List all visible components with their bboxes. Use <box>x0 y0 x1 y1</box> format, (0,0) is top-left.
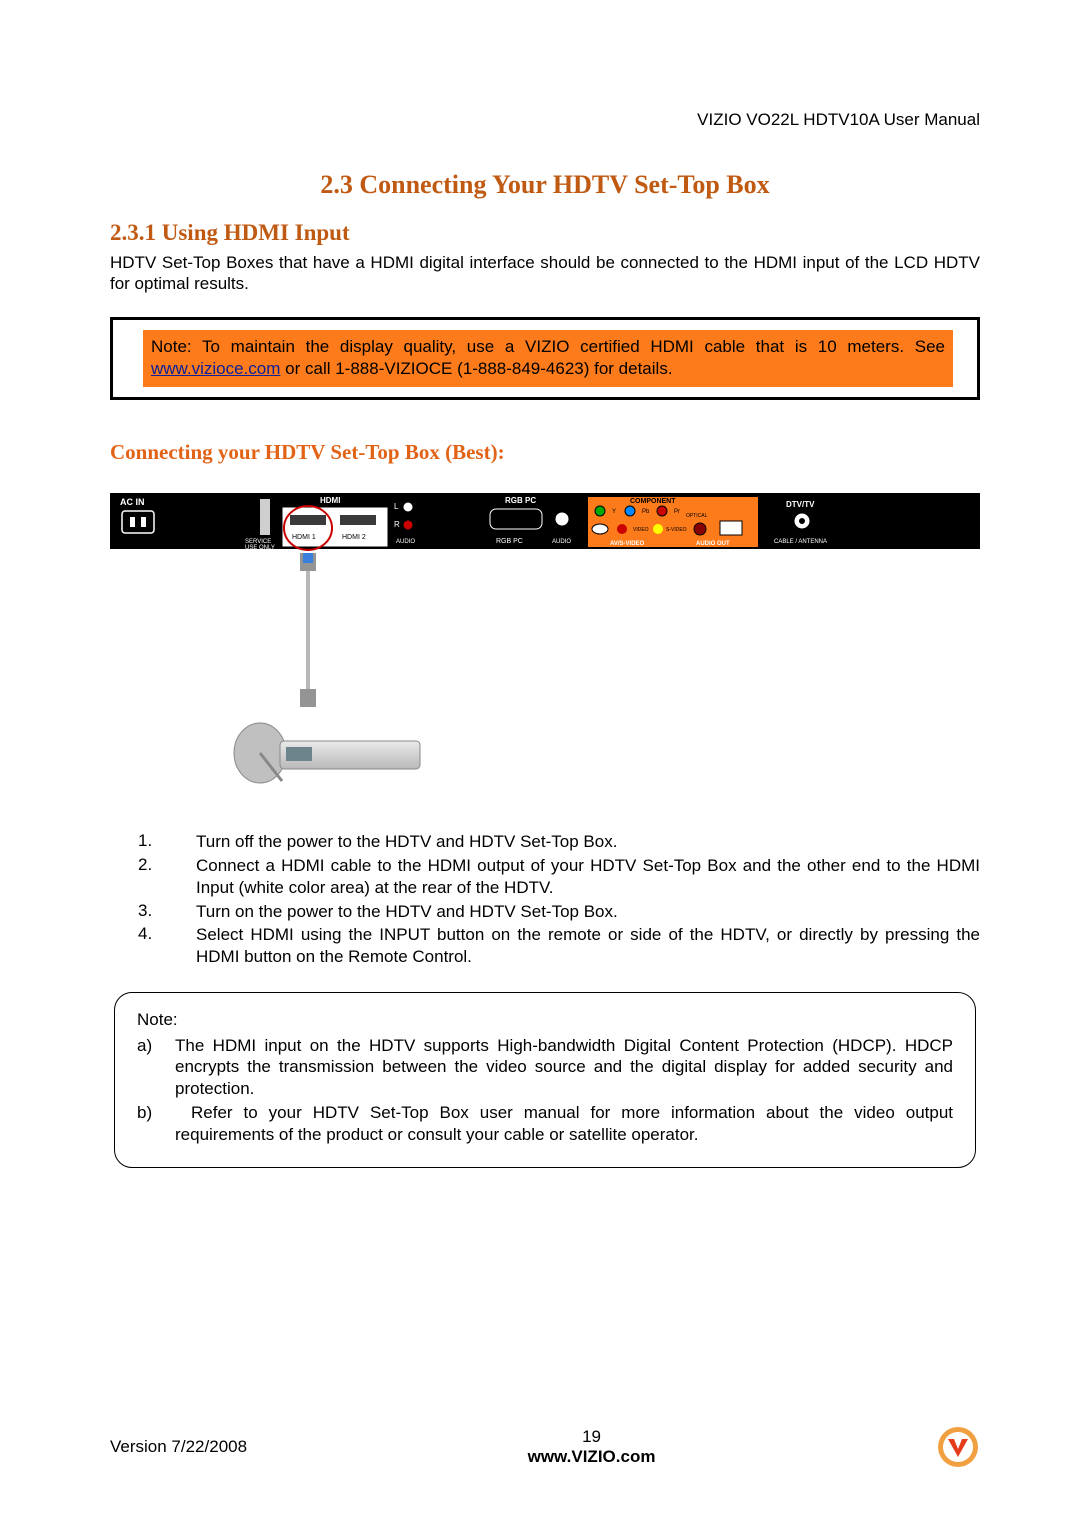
step-item: 1. Turn off the power to the HDTV and HD… <box>138 831 980 853</box>
footer-url: www.VIZIO.com <box>528 1447 656 1466</box>
page-footer: Version 7/22/2008 19 www.VIZIO.com <box>110 1425 980 1469</box>
note-text: The HDMI input on the HDTV supports High… <box>175 1035 953 1100</box>
label-avs-video: AV/S-VIDEO <box>610 541 645 547</box>
label-y: Y <box>612 509 616 515</box>
label-pr: Pr <box>674 509 680 515</box>
connection-diagram: AC IN SERVICE USE ONLY HDMI HDMI 1 HDMI … <box>110 493 980 803</box>
step-text: Connect a HDMI cable to the HDMI output … <box>196 855 980 899</box>
footer-version: Version 7/22/2008 <box>110 1437 247 1457</box>
step-text: Select HDMI using the INPUT button on th… <box>196 924 980 968</box>
callout-frame: Note: To maintain the display quality, u… <box>110 317 980 401</box>
label-cable-antenna: CABLE / ANTENNA <box>774 539 827 545</box>
label-hdmi2: HDMI 2 <box>342 534 366 541</box>
note-label: Note: <box>137 1009 953 1031</box>
step-number: 1. <box>138 831 196 853</box>
label-ac-in: AC IN <box>120 497 145 507</box>
callout-box: Note: To maintain the display quality, u… <box>143 330 953 388</box>
label-svideo: S-VIDEO <box>666 527 687 533</box>
page-header-product: VIZIO VO22L HDTV10A User Manual <box>110 110 980 130</box>
steps-list: 1. Turn off the power to the HDTV and HD… <box>110 831 980 968</box>
label-rgb-pc: RGB PC <box>505 496 536 505</box>
note-item: b) Refer to your HDTV Set-Top Box user m… <box>137 1102 953 1146</box>
label-video: VIDEO <box>633 527 649 533</box>
label-pc-audio: AUDIO <box>552 539 571 545</box>
callout-suffix: or call 1-888-VIZIOCE (1-888-849-4623) f… <box>280 359 672 378</box>
callout-prefix: Note: To maintain the display quality, u… <box>151 337 945 356</box>
label-hdmi-audio: AUDIO <box>396 539 415 545</box>
footer-page-number: 19 <box>247 1427 936 1447</box>
label-dtv-tv: DTV/TV <box>786 500 815 509</box>
label-pb: Pb <box>642 509 650 515</box>
subsection-title: 2.3.1 Using HDMI Input <box>110 220 980 246</box>
label-l: L <box>394 502 399 511</box>
step-text: Turn on the power to the HDTV and HDTV S… <box>196 901 980 923</box>
step-item: 4. Select HDMI using the INPUT button on… <box>138 924 980 968</box>
orange-subheading: Connecting your HDTV Set-Top Box (Best): <box>110 440 980 465</box>
label-optical: OPTICAL <box>686 513 708 519</box>
step-number: 2. <box>138 855 196 899</box>
section-title: 2.3 Connecting Your HDTV Set-Top Box <box>110 170 980 200</box>
note-bullet: b) <box>137 1102 175 1146</box>
note-text: Refer to your HDTV Set-Top Box user manu… <box>175 1102 953 1146</box>
step-number: 3. <box>138 901 196 923</box>
intro-paragraph: HDTV Set-Top Boxes that have a HDMI digi… <box>110 252 980 295</box>
callout-link[interactable]: www.vizioce.com <box>151 359 280 378</box>
label-hdmi: HDMI <box>320 496 340 505</box>
label-hdmi1: HDMI 1 <box>292 534 316 541</box>
label-audio-out: AUDIO OUT <box>696 541 730 547</box>
note-item: a) The HDMI input on the HDTV supports H… <box>137 1035 953 1100</box>
step-text: Turn off the power to the HDTV and HDTV … <box>196 831 980 853</box>
step-item: 2. Connect a HDMI cable to the HDMI outp… <box>138 855 980 899</box>
vizio-logo-icon <box>936 1425 980 1469</box>
step-item: 3. Turn on the power to the HDTV and HDT… <box>138 901 980 923</box>
note-bullet: a) <box>137 1035 175 1100</box>
note-box: Note: a) The HDMI input on the HDTV supp… <box>114 992 976 1169</box>
label-r: R <box>394 520 400 529</box>
label-component: COMPONENT <box>630 498 676 505</box>
label-rgb-pc-small: RGB PC <box>496 538 523 545</box>
step-number: 4. <box>138 924 196 968</box>
label-use-only: USE ONLY <box>245 545 275 551</box>
